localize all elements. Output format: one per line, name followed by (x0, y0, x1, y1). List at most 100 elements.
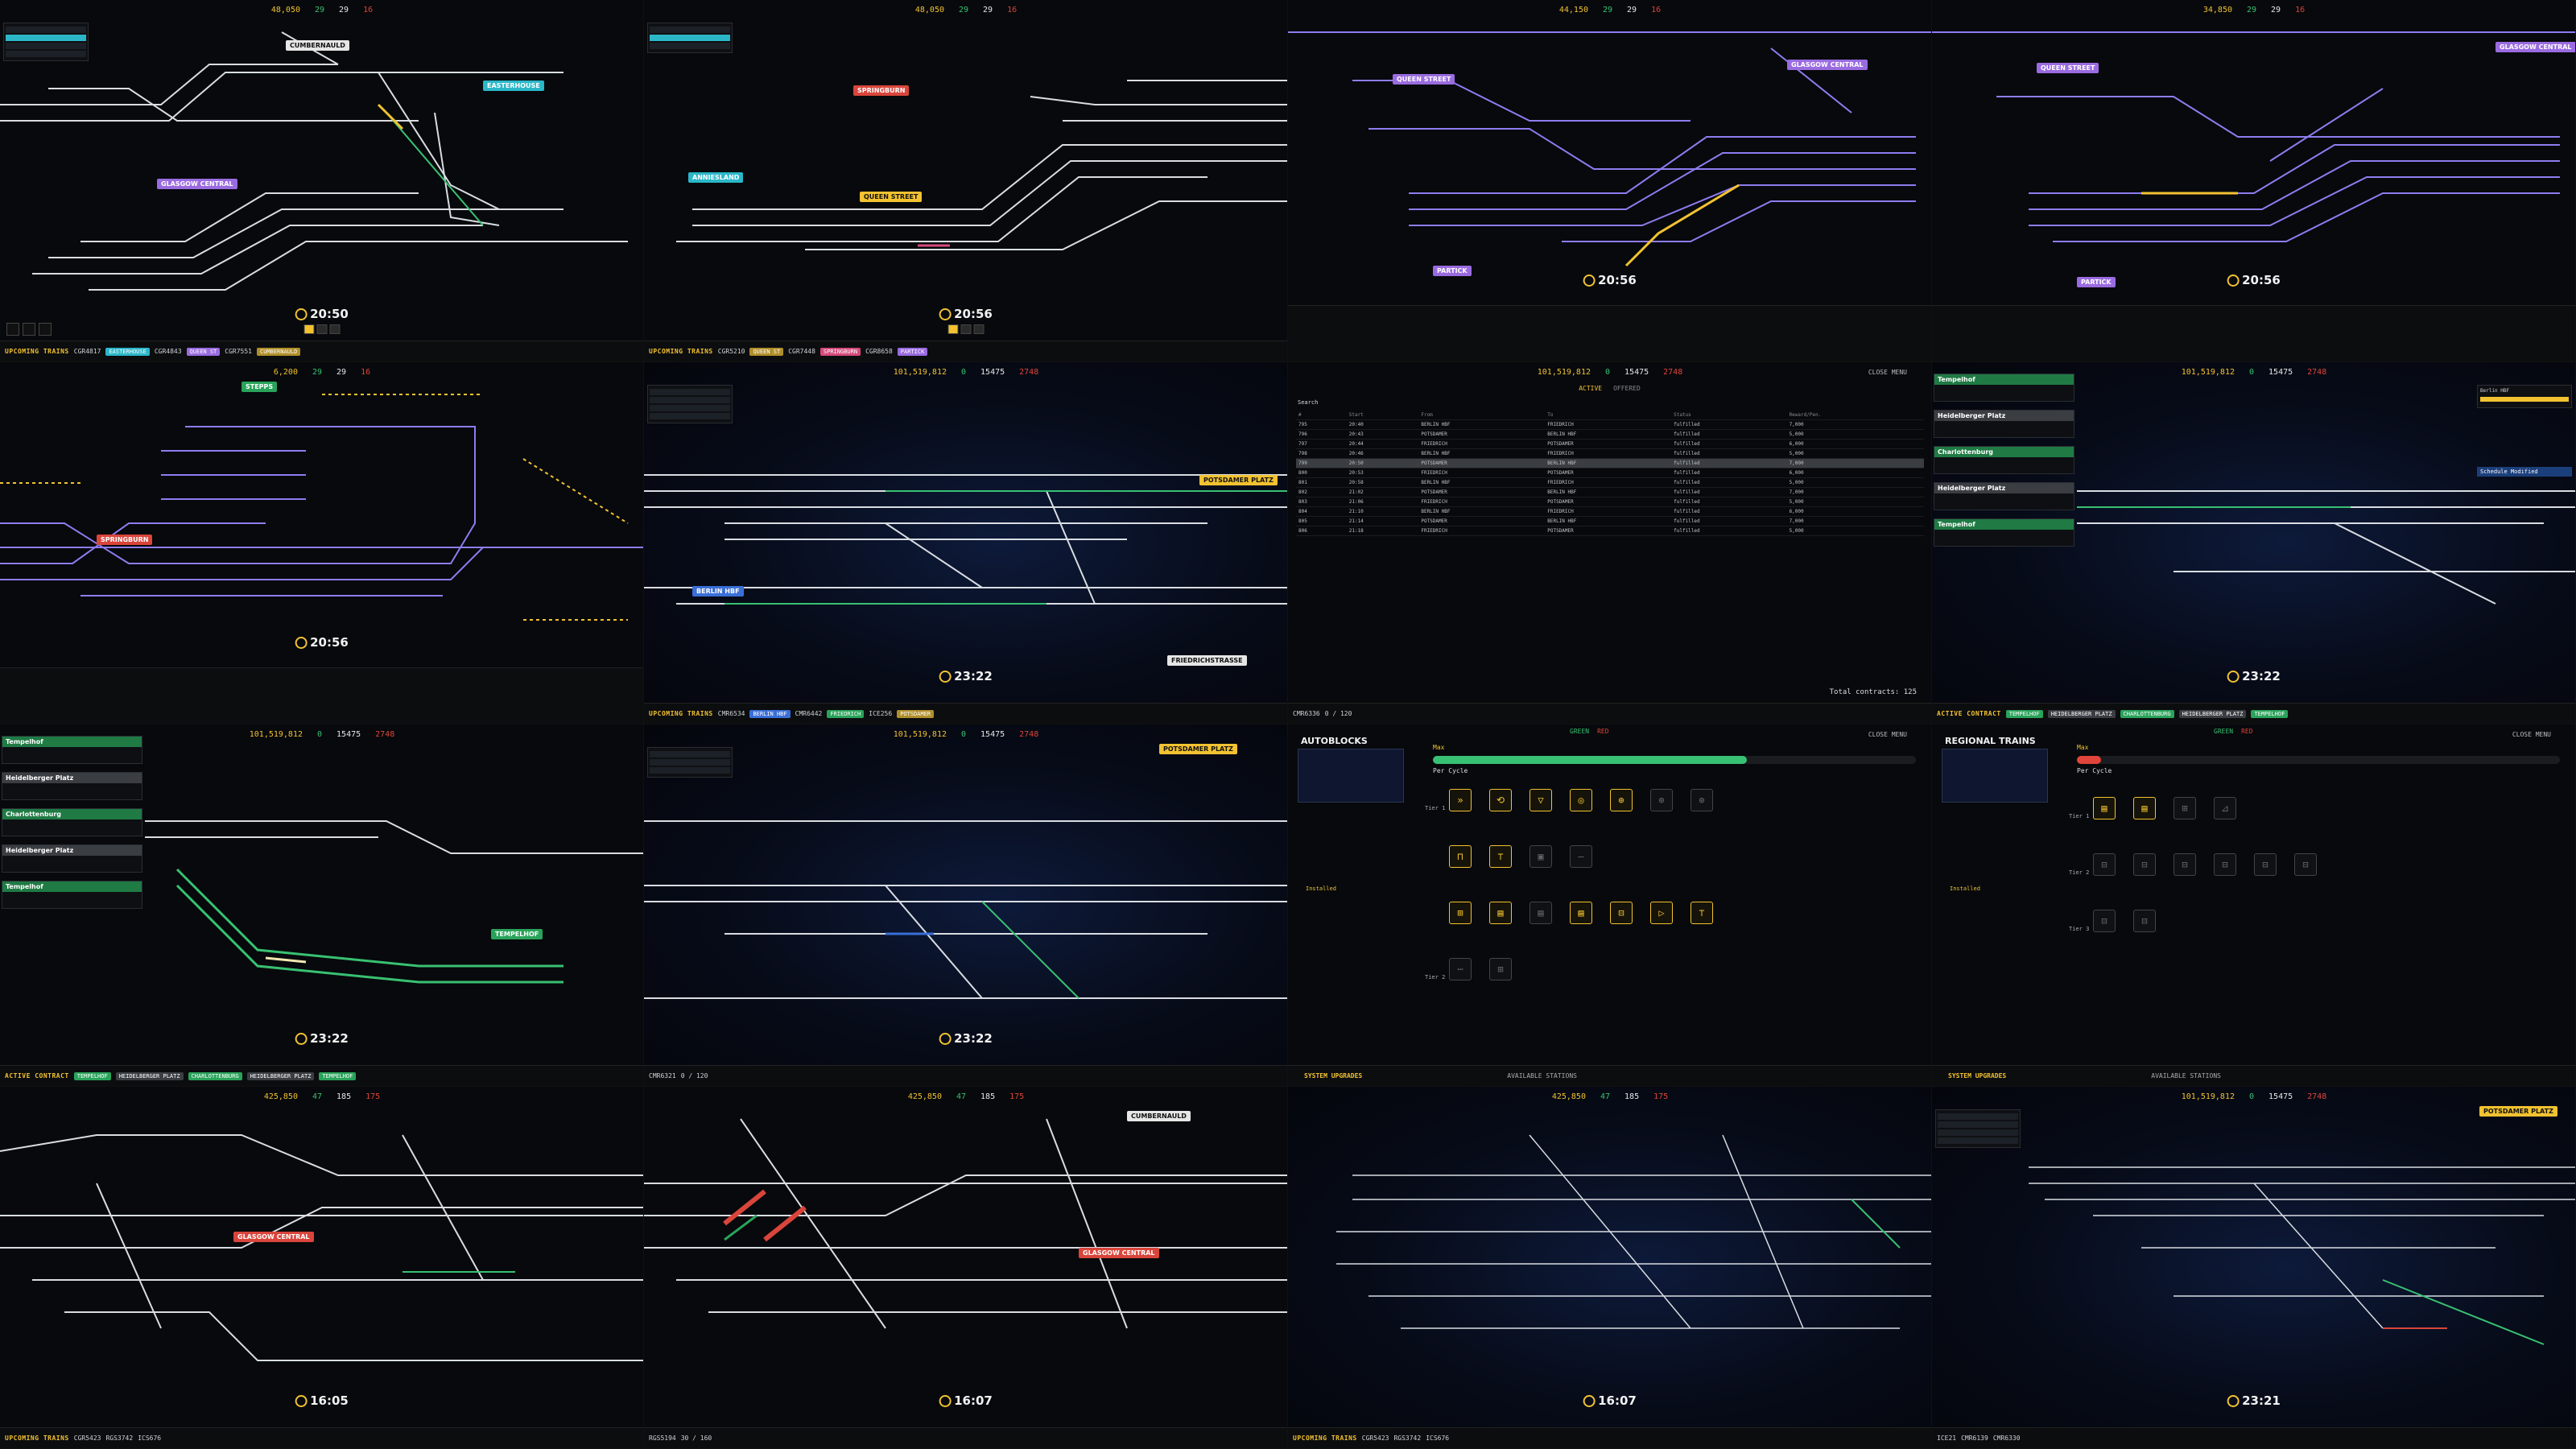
upgrade-icon[interactable]: ◎ (1570, 789, 1592, 811)
train-id[interactable]: ICE21 (1937, 1435, 1956, 1442)
upgrade-icon[interactable]: ⊿ (2214, 797, 2236, 819)
upgrade-icon[interactable]: ⊞ (1489, 958, 1512, 980)
train-list-minipanel[interactable] (647, 23, 733, 53)
train-id[interactable]: CGR4817 (74, 348, 101, 355)
schedule-stop[interactable]: Charlottenburg (2, 808, 142, 836)
upgrade-icon[interactable]: ⊟ (2254, 853, 2277, 876)
train-id[interactable]: CMR6139 (1961, 1435, 1988, 1442)
table-row[interactable]: 801 20:58 BERLIN HBF FRIEDRICH fulfilled 5,00… (1296, 477, 1924, 488)
upgrade-icon[interactable]: ⊓ (1449, 845, 1472, 868)
upgrade-icon[interactable]: ⊟ (2133, 853, 2156, 876)
train-id[interactable]: CGR8658 (865, 348, 893, 355)
schedule-stop[interactable]: Charlottenburg (1934, 446, 2074, 474)
upgrade-icon[interactable]: ▣ (1530, 845, 1552, 868)
schedule-stop[interactable]: Heidelberger Platz (1934, 482, 2074, 510)
speed-button[interactable] (947, 324, 958, 334)
upgrade-icon[interactable]: ⊟ (1610, 902, 1633, 924)
upgrade-icon[interactable]: ⟲ (1489, 789, 1512, 811)
upgrade-icon[interactable]: ⊟ (2174, 853, 2196, 876)
train-id[interactable]: CMR6336 (1293, 710, 1320, 717)
train-id[interactable]: RGS3742 (1393, 1435, 1421, 1442)
table-row[interactable]: 802 21:02 POTSDAMER BERLIN HBF fulfilled 7,00… (1296, 487, 1924, 497)
upgrade-icon[interactable]: ▤ (2133, 797, 2156, 819)
table-row[interactable]: 800 20:53 FRIEDRICH POTSDAMER fulfilled 6,000 (1296, 468, 1924, 478)
station-glasgow-central[interactable]: GLASGOW CENTRAL (157, 179, 237, 189)
close-menu-button[interactable]: CLOSE MENU (1868, 731, 1907, 738)
upgrade-icon[interactable]: ▽ (1530, 789, 1552, 811)
tab-red[interactable]: RED (1597, 728, 1608, 735)
upgrade-icon[interactable]: ⊕ (1610, 789, 1633, 811)
station-anniesland[interactable]: ANNIESLAND (688, 172, 744, 183)
train-id[interactable]: CMR6321 (649, 1072, 676, 1080)
upgrade-icon[interactable]: ▤ (1570, 902, 1592, 924)
station-berlin-hbf[interactable]: BERLIN HBF (692, 586, 744, 597)
upgrade-icon[interactable]: ⊞ (2174, 797, 2196, 819)
train-id[interactable]: RGS5194 (649, 1435, 676, 1442)
station-queen-street[interactable]: QUEEN STREET (2037, 63, 2099, 73)
system-upgrades-label[interactable]: SYSTEM UPGRADES (1304, 1072, 1362, 1080)
schedule-stop[interactable]: Heidelberger Platz (2, 844, 142, 873)
tab-red[interactable]: RED (2241, 728, 2252, 735)
train-id[interactable]: CGR5423 (74, 1435, 101, 1442)
train-list-minipanel[interactable] (647, 747, 733, 778)
train-id[interactable]: ICE256 (869, 710, 892, 717)
tab-offered[interactable]: OFFERED (1613, 385, 1641, 392)
train-id[interactable]: CGR7551 (225, 348, 252, 355)
schedule-stop[interactable]: Heidelberger Platz (1934, 410, 2074, 438)
station-glasgow-central[interactable]: GLASGOW CENTRAL (1787, 60, 1868, 70)
station-cumbernauld[interactable]: CUMBERNAULD (1127, 1111, 1191, 1121)
upgrade-icon[interactable]: ⊟ (2294, 853, 2317, 876)
station-springburn[interactable]: SPRINGBURN (97, 535, 153, 545)
station-glasgow-central[interactable]: GLASGOW CENTRAL (1079, 1248, 1159, 1258)
close-menu-button[interactable]: CLOSE MENU (1868, 369, 1907, 376)
upgrade-icon[interactable]: ⊟ (2133, 910, 2156, 932)
train-popup[interactable]: Berlin HBF (2477, 385, 2572, 408)
schedule-stop[interactable]: Tempelhof (2, 736, 142, 764)
upgrade-icon[interactable]: ▷ (1650, 902, 1673, 924)
train-list-minipanel[interactable] (647, 385, 733, 423)
tab-green[interactable]: GREEN (2214, 728, 2233, 735)
train-id[interactable]: CGR4843 (155, 348, 182, 355)
train-id[interactable]: CMR6442 (795, 710, 823, 717)
speed-button[interactable] (960, 324, 971, 334)
schedule-stop[interactable]: Heidelberger Platz (2, 772, 142, 800)
table-row[interactable]: 804 21:10 BERLIN HBF FRIEDRICH fulfilled 6,00… (1296, 506, 1924, 517)
upgrade-icon[interactable]: ⊞ (1449, 902, 1472, 924)
upgrade-icon[interactable]: — (1570, 845, 1592, 868)
train-id[interactable]: ICS676 (138, 1435, 161, 1442)
upgrade-icon[interactable]: ⋯ (1449, 958, 1472, 980)
research-slider[interactable]: Max Per Cycle (2077, 744, 2560, 774)
station-potsdamer-platz[interactable]: POTSDAMER PLATZ (1199, 475, 1278, 485)
close-menu-button[interactable]: CLOSE MENU (2512, 731, 2551, 738)
upgrade-icon[interactable]: ⊤ (1690, 902, 1713, 924)
train-id[interactable]: RGS3742 (105, 1435, 133, 1442)
table-row[interactable]: 796 20:43 POTSDAMER BERLIN HBF fulfilled 5,00… (1296, 429, 1924, 440)
schedule-stop[interactable]: Tempelhof (1934, 374, 2074, 402)
upgrade-icon[interactable]: ▤ (1489, 902, 1512, 924)
station-queen-street[interactable]: QUEEN STREET (860, 192, 923, 202)
station-friedrichstrasse[interactable]: FRIEDRICHSTRASSE (1167, 655, 1247, 666)
station-tempelhof[interactable]: TEMPELHOF (491, 929, 543, 939)
speed-button[interactable] (329, 324, 340, 334)
upgrade-icon[interactable]: ⊕ (1690, 789, 1713, 811)
upgrade-icon[interactable]: ⊟ (2093, 910, 2116, 932)
upgrade-icon[interactable]: ⊕ (1650, 789, 1673, 811)
slider-track[interactable] (1433, 756, 1916, 764)
upgrade-icon[interactable]: ⊟ (2214, 853, 2236, 876)
slider-track[interactable] (2077, 756, 2560, 764)
tool-icon[interactable] (39, 323, 52, 336)
train-list-minipanel[interactable] (1935, 1109, 2021, 1148)
speed-button[interactable] (973, 324, 984, 334)
station-potsdamer-platz[interactable]: POTSDAMER PLATZ (1159, 744, 1237, 754)
table-row[interactable]: 803 21:06 FRIEDRICH POTSDAMER fulfilled 5,000 (1296, 497, 1924, 507)
speed-button[interactable] (303, 324, 314, 334)
tool-icon[interactable] (23, 323, 35, 336)
schedule-stop[interactable]: Tempelhof (2, 881, 142, 909)
station-easterhouse[interactable]: EASTERHOUSE (483, 80, 544, 91)
speed-button[interactable] (316, 324, 327, 334)
research-slider[interactable]: Max Per Cycle (1433, 744, 1916, 774)
schedule-stop[interactable]: Tempelhof (1934, 518, 2074, 547)
upgrade-icon[interactable]: » (1449, 789, 1472, 811)
station-glasgow-central[interactable]: GLASGOW CENTRAL (233, 1232, 314, 1242)
system-upgrades-label[interactable]: SYSTEM UPGRADES (1948, 1072, 2006, 1080)
